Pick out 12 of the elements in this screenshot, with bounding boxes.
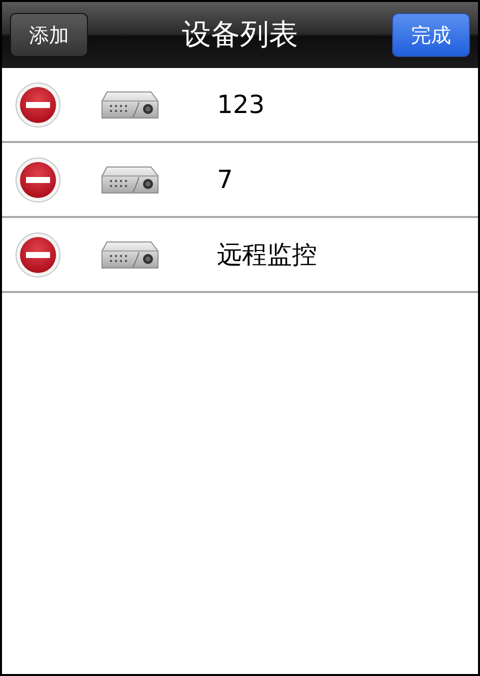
nav-title: 设备列表 <box>182 16 298 53</box>
dvr-icon <box>101 90 159 118</box>
done-button[interactable]: 完成 <box>392 13 470 57</box>
device-name: 123 <box>217 90 265 119</box>
delete-icon[interactable] <box>15 232 61 278</box>
delete-icon[interactable] <box>15 82 61 128</box>
dvr-icon <box>101 240 159 268</box>
device-name: 远程监控 <box>217 239 317 271</box>
delete-icon[interactable] <box>15 156 61 202</box>
device-name: 7 <box>217 165 233 194</box>
add-button[interactable]: 添加 <box>10 13 88 57</box>
dvr-icon <box>101 166 159 194</box>
